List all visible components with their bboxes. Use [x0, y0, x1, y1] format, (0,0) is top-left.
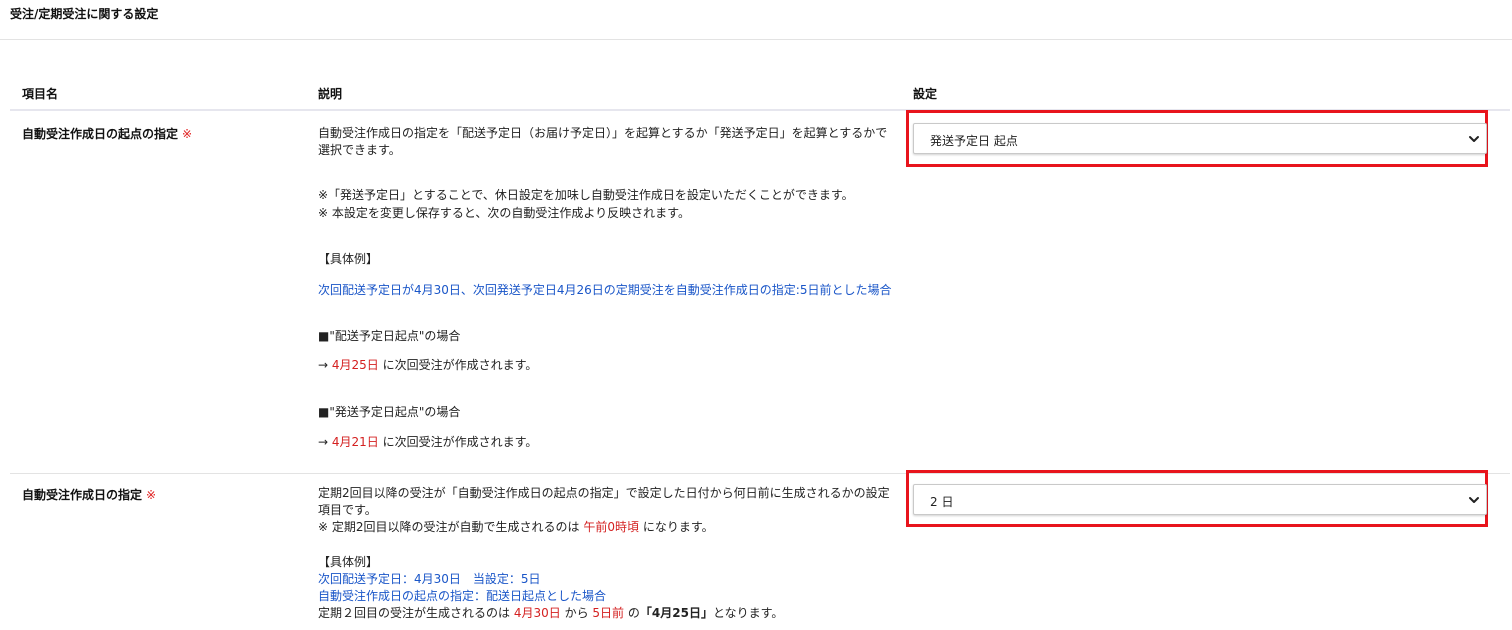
row-label-days: 自動受注作成日の指定 ※ [22, 486, 156, 503]
row-label-origin: 自動受注作成日の起点の指定 ※ [22, 125, 192, 142]
column-header-setting: 設定 [913, 87, 938, 101]
days-select[interactable]: 2 日 [913, 484, 1487, 515]
result-no: の [627, 606, 640, 620]
origin-select[interactable]: 発送予定日 起点 [913, 123, 1487, 154]
case1-date: 4月25日 [331, 358, 379, 372]
row-label-days-text: 自動受注作成日の指定 [22, 488, 143, 502]
arrow: → [318, 358, 329, 372]
column-header-item: 項目名 [22, 87, 59, 101]
origin-example-line: 次回配送予定日が4月30日、次回発送予定日4月26日の定期受注を自動受注作成日の… [318, 283, 892, 297]
result-date: 4月30日 [513, 606, 561, 620]
origin-note-1: ※「発送予定日」とすることで、休日設定を加味し自動受注作成日を設定いただくことが… [318, 188, 854, 202]
days-example-line-1: 次回配送予定日：4月30日 当設定：5日 [318, 572, 541, 586]
origin-case1-result: → 4月25日 に次回受注が作成されます。 [318, 357, 893, 374]
origin-case2-title: ■"発送予定日起点"の場合 [318, 405, 461, 419]
case1-suffix: に次回受注が作成されます。 [382, 358, 538, 372]
result-days: 5日前 [592, 606, 625, 620]
row-label-origin-text: 自動受注作成日の起点の指定 [22, 127, 179, 141]
page-title: 受注/定期受注に関する設定 [10, 7, 159, 21]
days-example-line-2: 自動受注作成日の起点の指定：配送日起点とした場合 [318, 589, 607, 603]
column-header-description: 説明 [318, 87, 343, 101]
origin-select-value: 発送予定日 起点 [930, 134, 1018, 148]
chevron-down-icon [1469, 136, 1479, 142]
required-mark: ※ [146, 488, 157, 502]
case2-date: 4月21日 [331, 435, 379, 449]
days-note-time: 午前0時頃 [583, 520, 639, 534]
days-note-suffix: になります。 [642, 520, 714, 534]
days-example-heading: 【具体例】 [318, 555, 379, 569]
arrow: → [318, 435, 329, 449]
origin-case1-title: ■"配送予定日起点"の場合 [318, 329, 461, 343]
origin-note-2: ※ 本設定を変更し保存すると、次の自動受注作成より反映されます。 [318, 206, 690, 220]
days-note: ※ 定期2回目以降の受注が自動で生成されるのは 午前0時頃 になります。 [318, 519, 893, 536]
result-prefix: 定期２回目の受注が生成されるのは [318, 606, 511, 620]
required-mark: ※ [182, 127, 193, 141]
result-suffix: となります。 [712, 606, 784, 620]
result-mid: から [564, 606, 589, 620]
days-description: 定期2回目以降の受注が「自動受注作成日の起点の指定」で設定した日付から何日前に生… [318, 486, 890, 517]
chevron-down-icon [1469, 497, 1479, 503]
origin-example-heading: 【具体例】 [318, 252, 379, 266]
page-header: 受注/定期受注に関する設定 [0, 0, 1512, 40]
result-final: 「4月25日」 [639, 606, 713, 620]
days-result: 定期２回目の受注が生成されるのは 4月30日 から 5日前 の「4月25日」とな… [318, 605, 893, 622]
days-note-prefix: ※ 定期2回目以降の受注が自動で生成されるのは [318, 520, 580, 534]
days-select-value: 2 日 [930, 495, 954, 509]
case2-suffix: に次回受注が作成されます。 [382, 435, 538, 449]
origin-case2-result: → 4月21日 に次回受注が作成されます。 [318, 434, 893, 451]
origin-description: 自動受注作成日の指定を「配送予定日（お届け予定日）」を起算とするか「発送予定日」… [318, 126, 888, 157]
